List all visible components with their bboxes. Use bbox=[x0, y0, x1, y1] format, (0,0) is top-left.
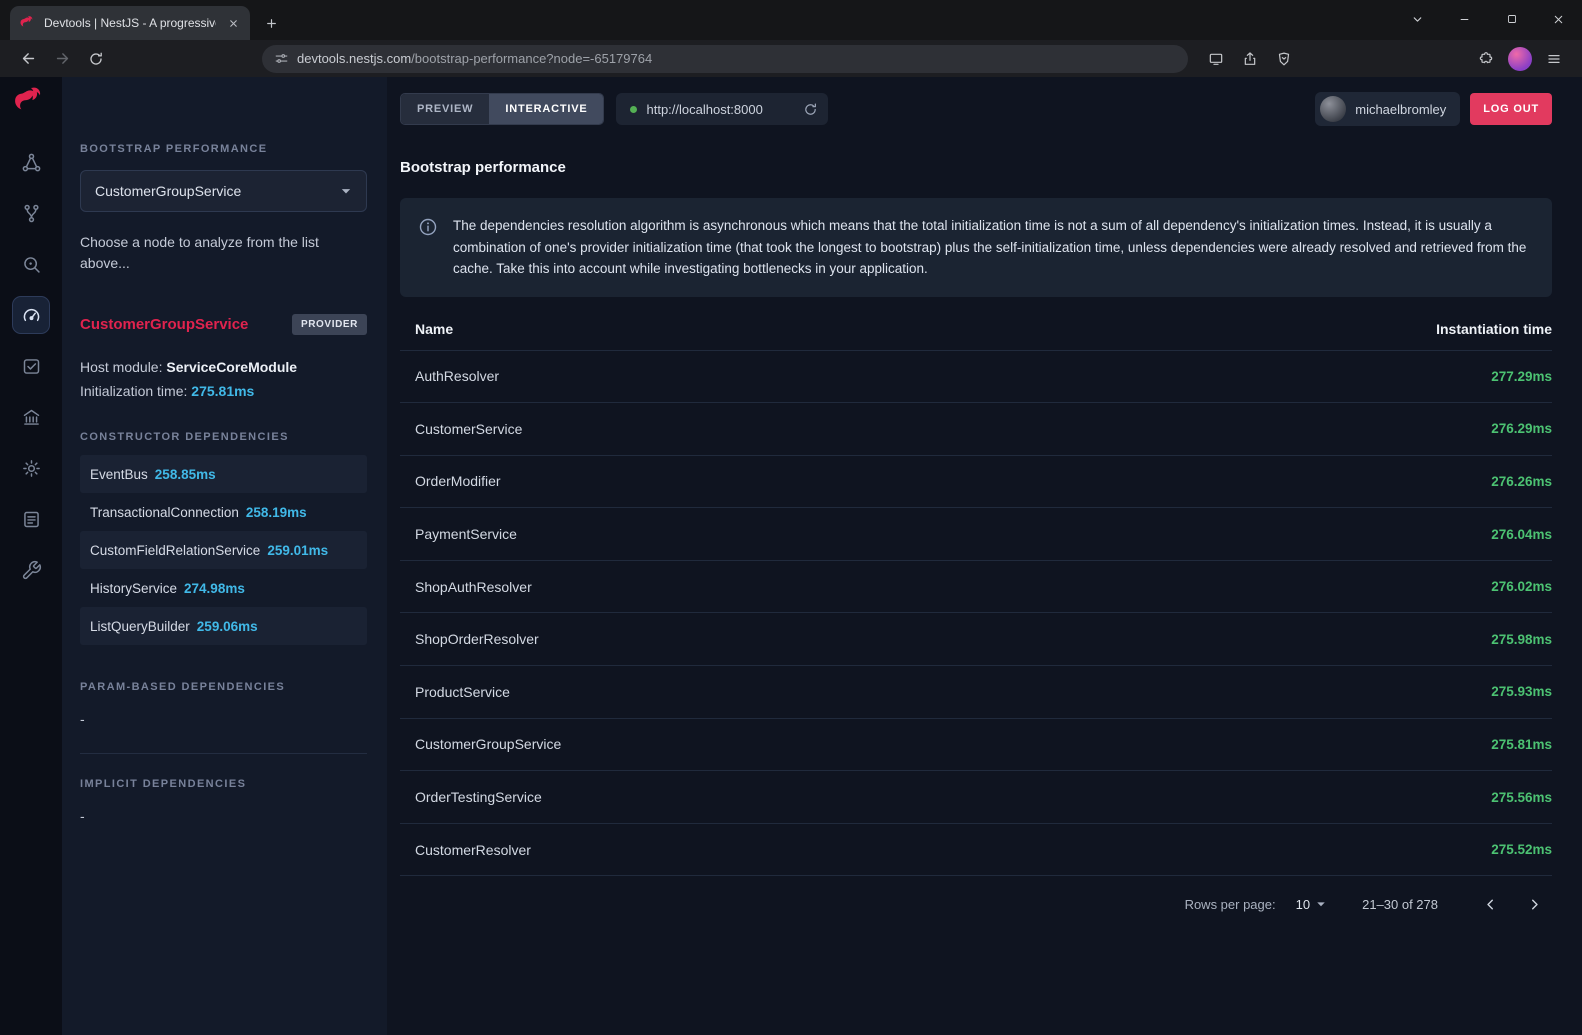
choose-node-hint: Choose a node to analyze from the list a… bbox=[80, 232, 338, 274]
browser-navbar: devtools.nestjs.com/bootstrap-performanc… bbox=[0, 40, 1582, 77]
menu-icon[interactable] bbox=[1538, 44, 1570, 74]
bootstrap-panel: BOOTSTRAP PERFORMANCE CustomerGroupServi… bbox=[62, 77, 387, 1035]
param-deps-value: - bbox=[80, 711, 367, 727]
target-url: http://localhost:8000 bbox=[646, 102, 794, 117]
app-header: PREVIEW INTERACTIVE http://localhost:800… bbox=[400, 86, 1552, 132]
preview-button[interactable]: PREVIEW bbox=[401, 94, 489, 124]
table-row[interactable]: ShopOrderResolver275.98ms bbox=[400, 612, 1552, 665]
back-icon[interactable] bbox=[12, 44, 44, 74]
constructor-deps-list: EventBus258.85ms TransactionalConnection… bbox=[80, 455, 367, 645]
cast-icon[interactable] bbox=[1200, 44, 1232, 74]
chevron-down-icon bbox=[336, 181, 356, 201]
graph-icon[interactable] bbox=[12, 143, 50, 181]
implicit-deps-title: IMPLICIT DEPENDENCIES bbox=[80, 778, 367, 790]
nestjs-logo bbox=[14, 85, 48, 119]
table-row[interactable]: CustomerService276.29ms bbox=[400, 402, 1552, 455]
audit-icon[interactable] bbox=[12, 347, 50, 385]
table-header: Name Instantiation time bbox=[400, 305, 1552, 350]
dependency-item[interactable]: CustomFieldRelationService259.01ms bbox=[80, 531, 367, 569]
host-module-value: ServiceCoreModule bbox=[166, 359, 297, 375]
rows-per-page-select[interactable]: 10 bbox=[1296, 895, 1330, 913]
table-row[interactable]: AuthResolver277.29ms bbox=[400, 350, 1552, 403]
target-url-field[interactable]: http://localhost:8000 bbox=[616, 93, 828, 125]
forward-icon[interactable] bbox=[46, 44, 78, 74]
nestjs-favicon bbox=[20, 15, 36, 31]
implicit-deps-value: - bbox=[80, 808, 367, 824]
url-bar[interactable]: devtools.nestjs.com/bootstrap-performanc… bbox=[262, 45, 1188, 73]
browser-window: Devtools | NestJS - A progressive bbox=[0, 0, 1582, 1035]
node-select[interactable]: CustomerGroupService bbox=[80, 170, 367, 212]
extensions-icon[interactable] bbox=[1470, 44, 1502, 74]
browser-titlebar: Devtools | NestJS - A progressive bbox=[0, 0, 1582, 40]
provider-badge: PROVIDER bbox=[292, 314, 367, 335]
url-text: devtools.nestjs.com/bootstrap-performanc… bbox=[297, 51, 652, 66]
settings-icon[interactable] bbox=[12, 449, 50, 487]
col-name: Name bbox=[415, 321, 453, 337]
table-row[interactable]: OrderTestingService275.56ms bbox=[400, 770, 1552, 823]
browser-tab[interactable]: Devtools | NestJS - A progressive bbox=[10, 6, 250, 40]
host-module-row: Host module: ServiceCoreModule bbox=[80, 355, 367, 379]
docs-icon[interactable] bbox=[12, 500, 50, 538]
info-banner: The dependencies resolution algorithm is… bbox=[400, 198, 1552, 297]
user-avatar bbox=[1320, 96, 1346, 122]
performance-icon[interactable] bbox=[12, 296, 50, 334]
dependency-item[interactable]: TransactionalConnection258.19ms bbox=[80, 493, 367, 531]
minimize-icon[interactable] bbox=[1441, 0, 1488, 38]
panel-divider bbox=[80, 753, 367, 754]
table-row[interactable]: ProductService275.93ms bbox=[400, 665, 1552, 718]
target-reload-icon[interactable] bbox=[803, 102, 818, 117]
user-name: michaelbromley bbox=[1355, 102, 1446, 117]
constructor-deps-title: CONSTRUCTOR DEPENDENCIES bbox=[80, 431, 367, 443]
interactive-button[interactable]: INTERACTIVE bbox=[489, 94, 603, 124]
maximize-icon[interactable] bbox=[1488, 0, 1535, 38]
brave-shield-icon[interactable] bbox=[1268, 44, 1300, 74]
pagination-range: 21–30 of 278 bbox=[1362, 897, 1438, 912]
status-dot bbox=[630, 106, 637, 113]
next-page-icon[interactable] bbox=[1516, 886, 1552, 922]
param-deps-title: PARAM-BASED DEPENDENCIES bbox=[80, 681, 367, 693]
table-row[interactable]: PaymentService276.04ms bbox=[400, 507, 1552, 560]
dependency-item[interactable]: ListQueryBuilder259.06ms bbox=[80, 607, 367, 645]
user-menu[interactable]: michaelbromley bbox=[1315, 92, 1460, 126]
tools-icon[interactable] bbox=[12, 551, 50, 589]
new-tab-icon[interactable] bbox=[256, 8, 286, 38]
modules-icon[interactable] bbox=[12, 398, 50, 436]
routes-icon[interactable] bbox=[12, 194, 50, 232]
chevron-down-icon bbox=[1312, 895, 1330, 913]
table-row[interactable]: CustomerGroupService275.81ms bbox=[400, 718, 1552, 771]
performance-table: Name Instantiation time AuthResolver277.… bbox=[400, 305, 1552, 877]
logout-button[interactable]: LOG OUT bbox=[1470, 93, 1552, 125]
tab-title: Devtools | NestJS - A progressive bbox=[44, 16, 216, 30]
inspect-icon[interactable] bbox=[12, 245, 50, 283]
table-row[interactable]: CustomerResolver275.52ms bbox=[400, 823, 1552, 876]
icon-rail bbox=[0, 77, 62, 1035]
dependency-item[interactable]: EventBus258.85ms bbox=[80, 455, 367, 493]
page-title: Bootstrap performance bbox=[400, 159, 1552, 176]
col-time: Instantiation time bbox=[1436, 321, 1552, 337]
tab-search-icon[interactable] bbox=[1394, 0, 1441, 38]
dependency-item[interactable]: HistoryService274.98ms bbox=[80, 569, 367, 607]
devtools-app: BOOTSTRAP PERFORMANCE CustomerGroupServi… bbox=[0, 77, 1582, 1035]
reload-icon[interactable] bbox=[80, 44, 112, 74]
tab-close-icon[interactable] bbox=[224, 14, 242, 32]
selected-node-name: CustomerGroupService bbox=[80, 316, 248, 333]
pagination: Rows per page: 10 21–30 of 278 bbox=[400, 876, 1552, 932]
previous-page-icon[interactable] bbox=[1472, 886, 1508, 922]
site-settings-icon[interactable] bbox=[274, 51, 289, 66]
init-time-value: 275.81ms bbox=[191, 383, 254, 399]
init-time-row: Initialization time: 275.81ms bbox=[80, 379, 367, 403]
panel-title: BOOTSTRAP PERFORMANCE bbox=[80, 143, 367, 155]
info-icon bbox=[418, 217, 438, 280]
share-icon[interactable] bbox=[1234, 44, 1266, 74]
info-text: The dependencies resolution algorithm is… bbox=[453, 215, 1532, 280]
table-row[interactable]: ShopAuthResolver276.02ms bbox=[400, 560, 1552, 613]
main-content: PREVIEW INTERACTIVE http://localhost:800… bbox=[387, 77, 1582, 1035]
rows-per-page-label: Rows per page: bbox=[1185, 897, 1276, 912]
mode-toggle: PREVIEW INTERACTIVE bbox=[400, 93, 604, 125]
node-select-value: CustomerGroupService bbox=[95, 183, 336, 199]
close-icon[interactable] bbox=[1535, 0, 1582, 38]
table-row[interactable]: OrderModifier276.26ms bbox=[400, 455, 1552, 508]
profile-avatar[interactable] bbox=[1504, 44, 1536, 74]
